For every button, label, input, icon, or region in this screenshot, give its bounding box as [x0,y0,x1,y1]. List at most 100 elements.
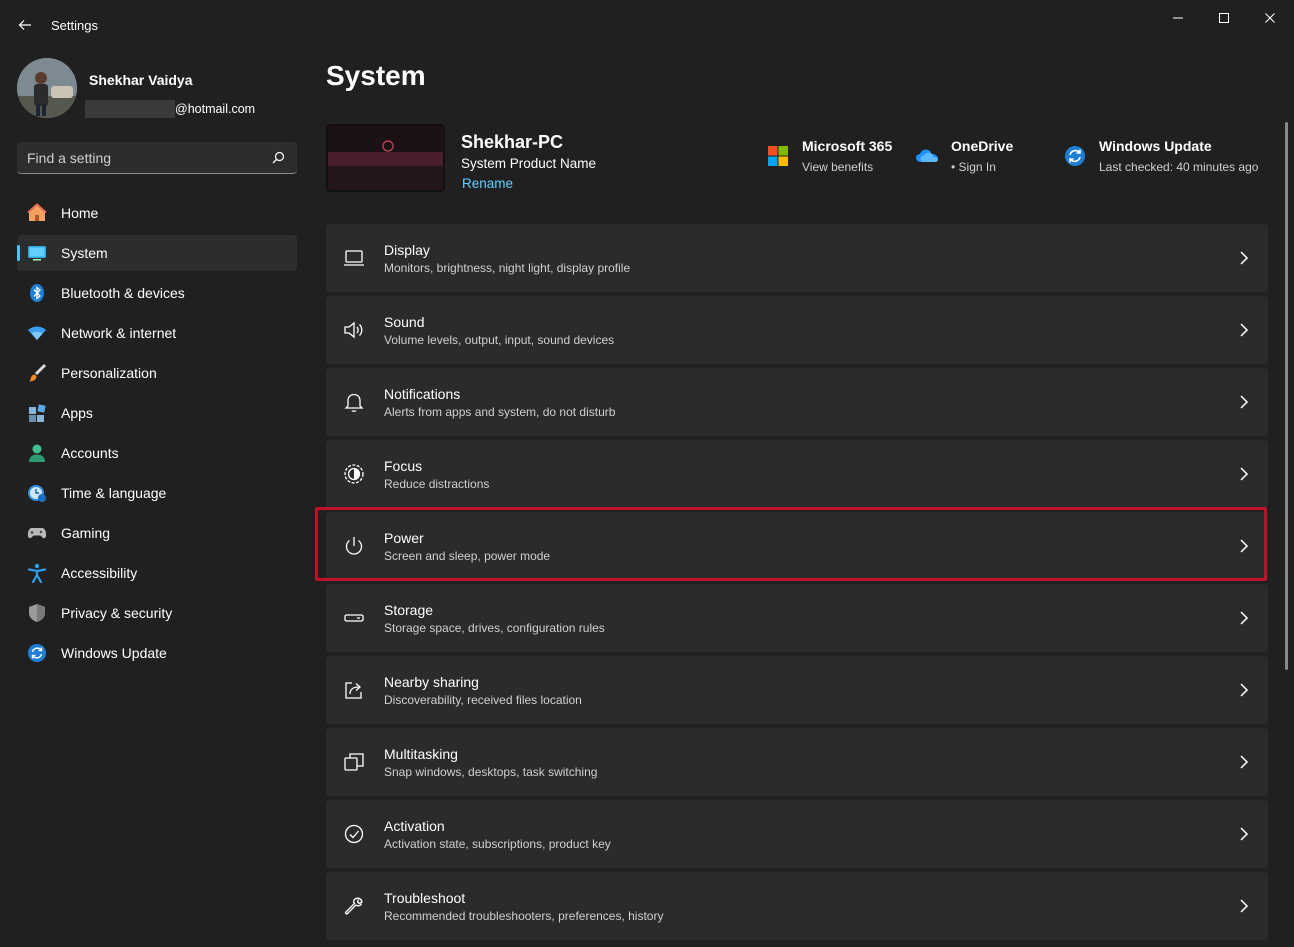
sidebar-item-label: Apps [61,405,93,421]
bell-icon [342,390,366,414]
quick-onedrive[interactable]: OneDrive • Sign In [915,138,1045,178]
search-icon[interactable] [272,151,285,164]
sidebar: Shekhar Vaidya @hotmail.com Home [0,48,310,947]
setting-card-activation[interactable]: Activation Activation state, subscriptio… [326,800,1268,868]
accounts-icon [27,443,47,463]
sidebar-item-system[interactable]: System [17,235,297,271]
app-title: Settings [51,18,98,33]
rename-link[interactable]: Rename [462,176,513,191]
quick-title: Windows Update [1099,138,1212,154]
accessibility-icon [27,563,47,583]
maximize-button[interactable] [1201,4,1247,32]
sidebar-item-apps[interactable]: Apps [17,395,297,431]
card-title: Power [384,530,424,546]
card-title: Storage [384,602,434,618]
minimize-icon [1173,17,1183,19]
card-subtitle: Volume levels, output, input, sound devi… [384,333,615,347]
check-circle-icon [342,822,366,846]
setting-card-storage[interactable]: Storage Storage space, drives, configura… [326,584,1268,652]
card-subtitle: Activation state, subscriptions, product… [384,837,611,851]
card-title: Focus [384,458,423,474]
quick-windows-update[interactable]: Windows Update Last checked: 40 minutes … [1063,138,1268,178]
quick-subtitle: View benefits [802,160,874,174]
setting-card-power[interactable]: Power Screen and sleep, power mode [326,512,1268,580]
sidebar-nav: Home System Bluetooth & devices Network … [17,195,297,675]
setting-card-multitasking[interactable]: Multitasking Snap windows, desktops, tas… [326,728,1268,796]
device-wallpaper-thumbnail[interactable] [326,124,445,192]
email-redaction [85,100,175,118]
chevron-right-icon [1240,683,1249,697]
sidebar-item-label: System [61,245,108,261]
sidebar-item-label: Personalization [61,365,157,381]
setting-card-troubleshoot[interactable]: Troubleshoot Recommended troubleshooters… [326,872,1268,940]
chevron-right-icon [1240,611,1249,625]
card-subtitle: Reduce distractions [384,477,490,491]
brush-icon [27,363,47,383]
sidebar-item-accessibility[interactable]: Accessibility [17,555,297,591]
title-bar: Settings [0,0,1294,48]
wrench-icon [342,894,366,918]
sidebar-item-home[interactable]: Home [17,195,297,231]
card-title: Sound [384,314,425,330]
quick-title: Microsoft 365 [802,138,893,154]
maximize-icon [1219,13,1229,23]
chevron-right-icon [1240,899,1249,913]
sidebar-item-personalization[interactable]: Personalization [17,355,297,391]
sidebar-item-gaming[interactable]: Gaming [17,515,297,551]
time-language-icon [27,483,47,503]
system-icon [27,243,47,263]
setting-card-focus[interactable]: Focus Reduce distractions [326,440,1268,508]
onedrive-icon [916,149,938,162]
sidebar-item-time-language[interactable]: Time & language [17,475,297,511]
apps-icon [27,403,47,423]
setting-card-sound[interactable]: Sound Volume levels, output, input, soun… [326,296,1268,364]
profile-email: @hotmail.com [85,100,255,118]
setting-card-nearby-sharing[interactable]: Nearby sharing Discoverability, received… [326,656,1268,724]
sidebar-item-privacy-security[interactable]: Privacy & security [17,595,297,631]
bluetooth-icon [27,283,47,303]
device-header: Shekhar-PC System Product Name Rename Mi… [326,124,1268,192]
close-button[interactable] [1247,4,1293,32]
back-button[interactable] [12,12,38,38]
scrollbar[interactable] [1285,122,1288,670]
sidebar-item-accounts[interactable]: Accounts [17,435,297,471]
search-input[interactable] [27,142,267,173]
back-arrow-icon [18,20,31,30]
windows-update-icon [1065,146,1085,166]
sidebar-item-windows-update[interactable]: Windows Update [17,635,297,671]
close-icon [1265,13,1275,23]
card-subtitle: Snap windows, desktops, task switching [384,765,598,779]
user-profile[interactable]: Shekhar Vaidya @hotmail.com [17,58,307,118]
sidebar-item-label: Bluetooth & devices [61,285,185,301]
quick-microsoft-365[interactable]: Microsoft 365 View benefits [766,138,906,178]
chevron-right-icon [1240,539,1249,553]
profile-name: Shekhar Vaidya [89,72,193,88]
display-icon [342,246,366,270]
gamepad-icon [27,523,47,543]
sidebar-item-bluetooth[interactable]: Bluetooth & devices [17,275,297,311]
multitasking-icon [342,750,366,774]
sidebar-item-label: Time & language [61,485,167,501]
card-subtitle: Storage space, drives, configuration rul… [384,621,605,635]
sidebar-item-label: Gaming [61,525,111,541]
card-title: Activation [384,818,445,834]
sidebar-item-network[interactable]: Network & internet [17,315,297,351]
setting-card-display[interactable]: Display Monitors, brightness, night ligh… [326,224,1268,292]
microsoft-365-icon [768,146,788,166]
focus-icon [342,462,366,486]
windows-update-icon [27,643,47,663]
sidebar-item-label: Network & internet [61,325,177,341]
sidebar-item-label: Accessibility [61,565,138,581]
chevron-right-icon [1240,467,1249,481]
setting-card-notifications[interactable]: Notifications Alerts from apps and syste… [326,368,1268,436]
card-subtitle: Screen and sleep, power mode [384,549,551,563]
sidebar-item-label: Accounts [61,445,119,461]
power-icon [342,534,366,558]
quick-subtitle: Last checked: 40 minutes ago [1099,160,1259,174]
shield-icon [27,603,47,623]
card-subtitle: Recommended troubleshooters, preferences… [384,909,664,923]
page-title: System [326,60,426,91]
chevron-right-icon [1240,395,1249,409]
search-box [17,142,297,174]
minimize-button[interactable] [1155,4,1201,32]
